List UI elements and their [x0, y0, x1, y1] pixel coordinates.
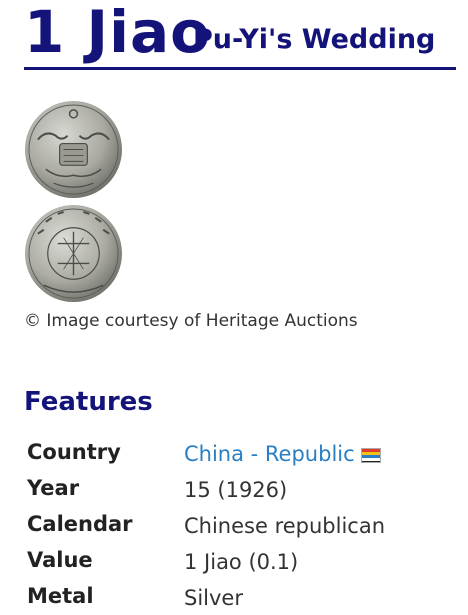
page-header: 1 Jiao Pu-Yi's Wedding	[24, 0, 456, 70]
features-table: Country China - Republic Year 15 (1926) …	[27, 438, 457, 615]
feature-row-calendar: Calendar Chinese republican	[27, 510, 457, 546]
features-heading: Features	[24, 387, 153, 417]
feature-key-calendar: Calendar	[27, 512, 133, 536]
feature-key-metal: Metal	[27, 584, 94, 608]
feature-key-value: Value	[27, 548, 93, 572]
page-subtitle: Pu-Yi's Wedding	[193, 24, 436, 55]
feature-value-calendar: Chinese republican	[184, 514, 386, 538]
feature-row-country: Country China - Republic	[27, 438, 457, 474]
image-credit: © Image courtesy of Heritage Auctions	[24, 311, 358, 331]
feature-row-value: Value 1 Jiao (0.1)	[27, 546, 457, 582]
country-link[interactable]: China - Republic	[184, 442, 355, 466]
feature-value-value: 1 Jiao (0.1)	[184, 550, 299, 574]
feature-row-metal: Metal Silver	[27, 582, 457, 615]
coin-reverse-image[interactable]	[24, 204, 123, 303]
coin-reverse-icon	[24, 204, 123, 303]
five-races-flag-icon	[360, 447, 381, 463]
page-title: 1 Jiao	[24, 0, 211, 66]
feature-value-year: 15 (1926)	[184, 478, 288, 502]
feature-value-metal: Silver	[184, 586, 243, 610]
feature-value-country: China - Republic	[184, 442, 381, 466]
feature-row-year: Year 15 (1926)	[27, 474, 457, 510]
feature-key-country: Country	[27, 440, 121, 464]
feature-key-year: Year	[27, 476, 80, 500]
coin-obverse-icon	[24, 100, 123, 199]
coin-obverse-image[interactable]	[24, 100, 123, 199]
